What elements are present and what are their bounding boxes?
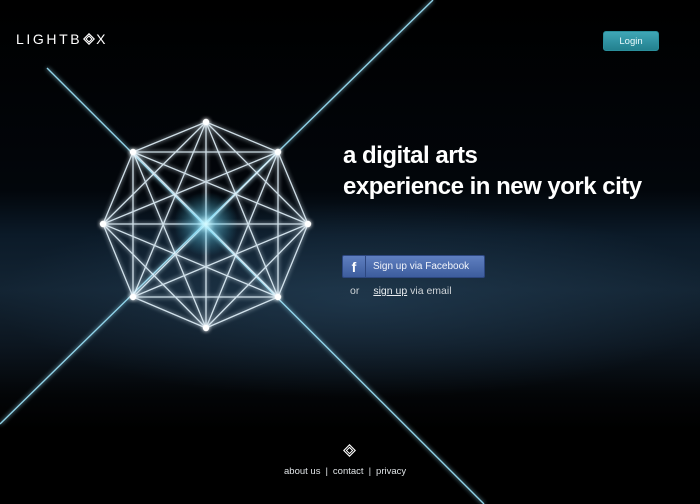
logo-text-end: X [96,31,109,47]
footer-nav: about us | contact | privacy [284,466,406,477]
footer-diamond-icon [343,444,356,462]
octagram-vertex [129,148,137,156]
footer-link-privacy[interactable]: privacy [376,466,406,477]
headline-line-1: a digital arts [343,142,478,169]
logo-text-start: LIGHTB [16,31,83,47]
footer-separator: | [325,466,328,477]
octagram-vertex [202,118,210,126]
email-signup-suffix: via email [407,285,452,297]
email-signup-line: or sign up via email [350,285,452,297]
or-text: or [350,285,360,297]
login-button[interactable]: Login [603,31,659,51]
facebook-icon: f [343,256,366,277]
lightbox-logo[interactable]: LIGHTB X [16,31,108,48]
octagram-vertex [99,220,107,228]
email-signup-link[interactable]: sign up [373,285,407,297]
diamond-logo-icon [83,32,96,48]
octagram-vertex [274,293,282,301]
headline-line-2: experience in new york city [343,173,642,200]
footer-separator: | [368,466,372,477]
hero-headline: a digital arts experience in new york ci… [343,140,642,202]
footer-link-contact[interactable]: contact [333,466,364,477]
facebook-signup-button[interactable]: f Sign up via Facebook [342,255,485,278]
landing-page: LIGHTB X Login a digital arts experience … [0,0,700,504]
octagram-vertex [202,324,210,332]
lightbox-octagram-graphic [0,0,485,504]
footer-link-about[interactable]: about us [284,466,320,477]
octagram-vertex [129,293,137,301]
facebook-signup-label: Sign up via Facebook [373,261,470,272]
center-glow [174,192,238,256]
octagram-vertex [304,220,312,228]
octagram-vertex [274,148,282,156]
